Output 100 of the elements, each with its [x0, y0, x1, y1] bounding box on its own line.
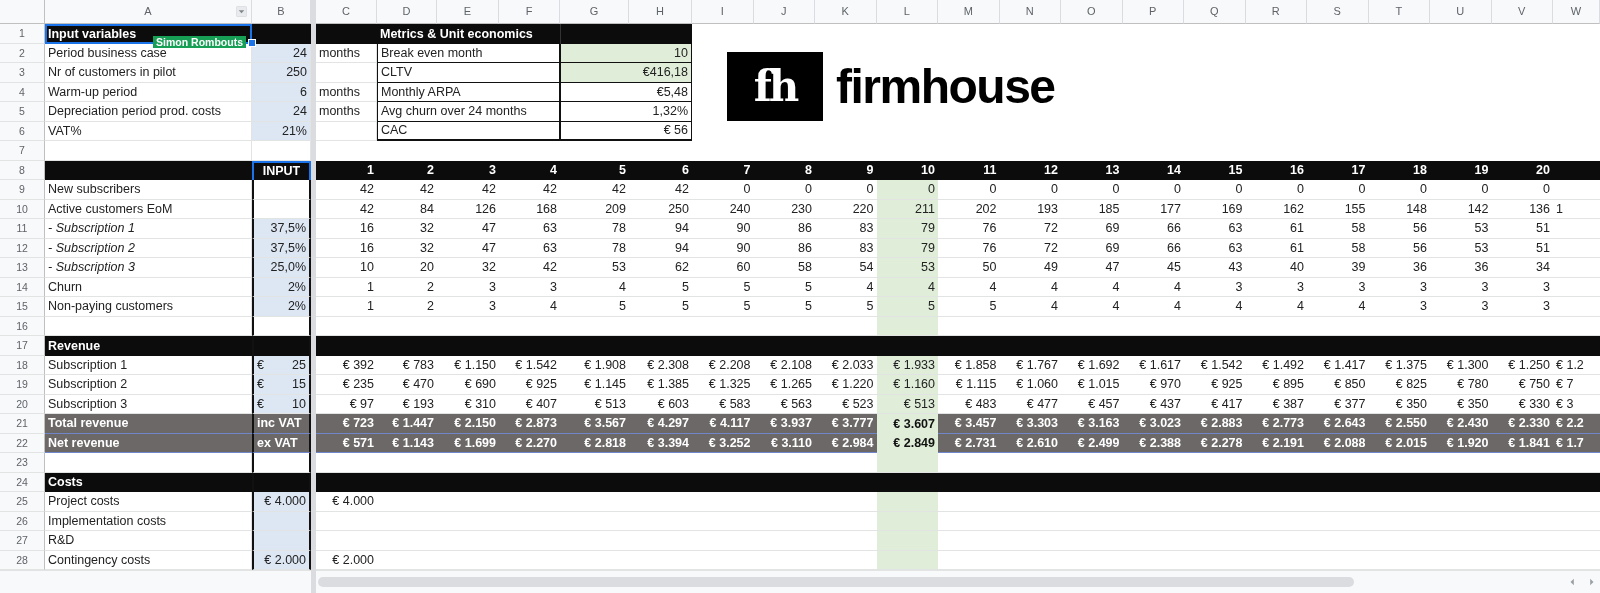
column-header[interactable]: H [629, 0, 692, 24]
table-cell: € 1.015 [1061, 375, 1123, 395]
currency-symbol: € [257, 378, 264, 391]
table-cell: € 3.394 [629, 433, 692, 453]
currency-symbol: € [257, 397, 264, 410]
row-number[interactable]: 20 [0, 394, 45, 414]
table-cell: 5 [753, 297, 815, 317]
table-cell: 5 [629, 297, 692, 317]
row-number[interactable]: 5 [0, 102, 45, 122]
row-number[interactable]: 9 [0, 180, 45, 200]
table-cell: Active customers EoM [45, 199, 252, 219]
row-number[interactable]: 13 [0, 258, 45, 278]
table-cell: 4 [1122, 277, 1184, 297]
table-cell: 47 [1061, 258, 1123, 278]
column-title: 20 [1491, 160, 1553, 180]
table-cell [560, 24, 629, 44]
row-number[interactable]: 1 [0, 24, 45, 44]
row-number[interactable]: 18 [0, 355, 45, 375]
horizontal-scrollbar[interactable] [316, 570, 1600, 593]
column-header[interactable]: C [316, 0, 377, 24]
table-cell: € 1.325 [692, 375, 754, 395]
table-cell: 86 [753, 219, 815, 239]
table-cell: 211 [876, 199, 938, 219]
row-number[interactable]: 3 [0, 63, 45, 83]
column-title: 1 [316, 160, 377, 180]
table-cell: 5 [560, 297, 629, 317]
row-number[interactable]: 6 [0, 121, 45, 141]
column-header[interactable]: T [1368, 0, 1430, 24]
table-cell: Break even month [377, 43, 560, 63]
caret-icon[interactable] [236, 6, 247, 17]
column-title: INPUT [252, 160, 311, 180]
row-number[interactable]: 21 [0, 414, 45, 434]
column-header[interactable]: Q [1184, 0, 1246, 24]
column-header[interactable]: W [1553, 0, 1600, 24]
table-cell: € 2.000 [252, 550, 311, 570]
table-cell: 0 [1122, 180, 1184, 200]
column-header[interactable]: O [1061, 0, 1123, 24]
row-number[interactable]: 25 [0, 492, 45, 512]
row-number[interactable]: 2 [0, 43, 45, 63]
table-cell: Avg churn over 24 months [377, 102, 560, 122]
row-number[interactable]: 7 [0, 141, 45, 161]
table-cell: 4 [1122, 297, 1184, 317]
table-cell: Implementation costs [45, 511, 252, 531]
scrollbar-thumb[interactable] [318, 577, 1354, 587]
table-cell: € 3.607 [876, 414, 938, 434]
table-cell: € 1.542 [1184, 355, 1246, 375]
row-number[interactable]: 24 [0, 472, 45, 492]
column-header[interactable]: J [753, 0, 815, 24]
column-header[interactable]: F [499, 0, 560, 24]
row-number[interactable]: 17 [0, 336, 45, 356]
column-header[interactable]: S [1307, 0, 1369, 24]
table-cell: 148 [1368, 199, 1430, 219]
row-number[interactable]: 23 [0, 453, 45, 473]
column-header[interactable]: D [377, 0, 437, 24]
table-cell: 0 [753, 180, 815, 200]
row-number[interactable]: 27 [0, 531, 45, 551]
table-cell: 86 [753, 238, 815, 258]
table-cell: 63 [499, 219, 560, 239]
table-cell: € 1.300 [1430, 355, 1492, 375]
row-number[interactable]: 4 [0, 82, 45, 102]
column-header[interactable]: V [1491, 0, 1553, 24]
column-header[interactable]: K [815, 0, 877, 24]
row-number[interactable]: 26 [0, 511, 45, 531]
table-cell: 0 [1368, 180, 1430, 200]
column-header[interactable]: R [1245, 0, 1307, 24]
row-number[interactable]: 15 [0, 297, 45, 317]
table-cell: 209 [560, 199, 629, 219]
row-number[interactable]: 28 [0, 550, 45, 570]
row-number[interactable]: 12 [0, 238, 45, 258]
table-cell: 42 [377, 180, 437, 200]
column-header[interactable]: I [692, 0, 754, 24]
row-number[interactable]: 16 [0, 316, 45, 336]
column-header[interactable]: N [999, 0, 1061, 24]
table-cell: € 1.7 [1553, 433, 1600, 453]
column-header[interactable]: U [1430, 0, 1492, 24]
column-header[interactable]: G [560, 0, 629, 24]
table-cell: months [316, 102, 377, 122]
column-header[interactable]: A [45, 0, 252, 24]
table-cell: 4 [499, 297, 560, 317]
table-cell: 3 [1245, 277, 1307, 297]
column-header[interactable]: M [938, 0, 1000, 24]
table-cell: Nr of customers in pilot [45, 63, 252, 83]
table-cell: R&D [45, 531, 252, 551]
row-number[interactable]: 14 [0, 277, 45, 297]
table-cell: 50 [938, 258, 1000, 278]
column-header[interactable]: L [876, 0, 938, 24]
row-number[interactable]: 10 [0, 199, 45, 219]
column-header[interactable]: E [437, 0, 499, 24]
row-number[interactable]: 22 [0, 433, 45, 453]
table-cell: € 2.883 [1184, 414, 1246, 434]
table-cell: € 2.088 [1307, 433, 1369, 453]
row-number[interactable]: 19 [0, 375, 45, 395]
table-cell: € 4.000 [316, 492, 377, 512]
column-header[interactable]: P [1122, 0, 1184, 24]
column-header[interactable]: B [252, 0, 311, 24]
table-cell: 56 [1368, 238, 1430, 258]
table-cell: € 690 [437, 375, 499, 395]
row-number[interactable]: 8 [0, 160, 45, 180]
row-number[interactable]: 11 [0, 219, 45, 239]
table-cell: 3 [1430, 277, 1492, 297]
